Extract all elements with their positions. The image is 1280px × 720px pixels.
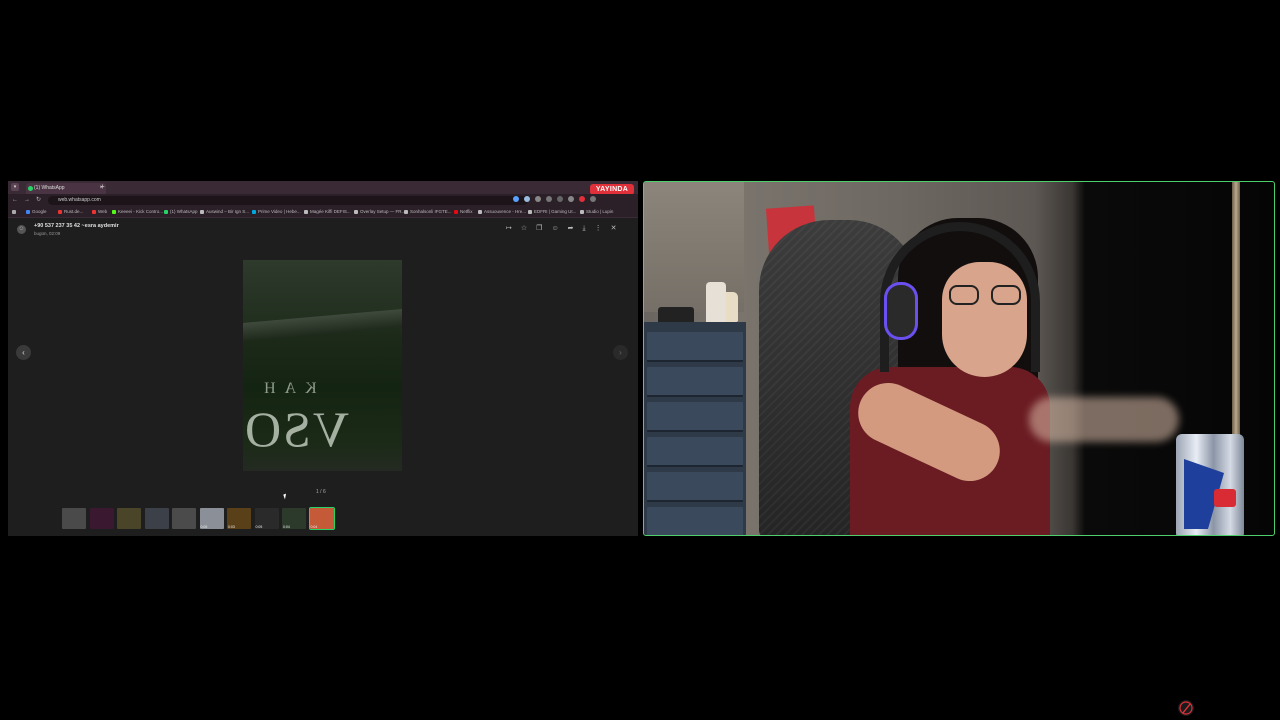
extension-icons xyxy=(513,196,596,202)
chevron-left-icon: ‹ xyxy=(22,348,25,357)
media-thumbnail[interactable]: 0:03 xyxy=(227,508,251,529)
bookmark-item[interactable]: Web xyxy=(92,207,107,217)
bookmark-item[interactable]: Keeeei - Kick Contro... xyxy=(112,207,163,217)
whatsapp-media-viewer: ☺ +90 537 237 35 42 ~esra aydemir bugün,… xyxy=(8,218,638,536)
thumbnail-duration: 0:04 xyxy=(283,525,290,529)
bookmark-item[interactable]: Auswind – Bir Ign S... xyxy=(200,207,249,217)
bookmark-item[interactable]: EDFRI | Gaming Ut... xyxy=(528,207,576,217)
channel-logo-icon xyxy=(1178,700,1194,716)
previous-media-button[interactable]: ‹ xyxy=(16,345,31,360)
screen-share-browser: ▾ (1) WhatsApp × + YAYINDA ← → ↻ web.wha… xyxy=(8,181,638,536)
media-counter: 1 / 6 xyxy=(316,489,326,495)
whatsapp-favicon-icon xyxy=(28,186,33,191)
new-tab-button[interactable]: + xyxy=(100,182,105,192)
bookmark-item[interactable]: Sonhalsonli IFGTE... xyxy=(404,207,452,217)
media-thumbnail[interactable]: 0:04 xyxy=(308,507,335,530)
extension-icon[interactable] xyxy=(557,196,563,202)
next-media-button[interactable]: › xyxy=(613,345,628,360)
star-icon[interactable]: ☆ xyxy=(521,225,527,233)
bookmark-item[interactable]: Google xyxy=(26,207,47,217)
extension-icon[interactable] xyxy=(524,196,530,202)
bookmark-item[interactable]: (1) WhatsApp xyxy=(164,207,198,217)
address-bar-row: ← → ↻ web.whatsapp.com xyxy=(8,194,638,207)
bookmark-item[interactable]: Magée Kiffi DEFIS... xyxy=(304,207,351,217)
thumbnail-duration: 0:05 xyxy=(255,525,263,529)
react-emoji-icon[interactable]: ☺ xyxy=(551,225,558,233)
sender-name: +90 537 237 35 42 ~esra aydemir xyxy=(34,223,119,229)
bookmark-item[interactable]: Netflix xyxy=(454,207,473,217)
bookmark-item[interactable]: Assuouvence - Hre... xyxy=(478,207,526,217)
bookmark-item[interactable]: Overlay Setup — FR... xyxy=(354,207,405,217)
tab-list-menu-icon[interactable]: ▾ xyxy=(11,183,19,191)
go-to-message-icon[interactable]: ↦ xyxy=(506,225,512,233)
media-thumbnail[interactable]: 0:05 xyxy=(254,508,279,529)
extension-icon[interactable] xyxy=(535,196,541,202)
back-arrow-icon[interactable]: ← xyxy=(12,196,18,205)
main-media-photo: KAH VSO xyxy=(243,260,402,471)
pin-icon[interactable]: ❐ xyxy=(536,225,542,233)
sender-avatar[interactable]: ☺ xyxy=(17,225,26,234)
media-thumbnail[interactable] xyxy=(144,508,169,529)
media-thumbnail[interactable] xyxy=(117,508,141,529)
tab-whatsapp[interactable]: (1) WhatsApp × xyxy=(26,183,106,194)
viewer-toolbar: ↦ ☆ ❐ ☺ ➦ ⤓ ⋮ ✕ xyxy=(506,225,616,233)
media-thumbnail[interactable] xyxy=(62,508,86,529)
bookmark-item[interactable]: Studio | Lupin xyxy=(580,207,613,217)
url-field[interactable]: web.whatsapp.com xyxy=(48,196,528,205)
mouse-cursor-icon xyxy=(283,493,288,500)
thumbnail-duration: 0:04 xyxy=(310,525,318,529)
media-thumbnail[interactable] xyxy=(89,508,114,529)
media-thumbnail[interactable]: 0:05 xyxy=(199,508,224,529)
extension-icon[interactable] xyxy=(568,196,574,202)
profile-avatar-icon[interactable] xyxy=(579,196,585,202)
stream-canvas: ▾ (1) WhatsApp × + YAYINDA ← → ↻ web.wha… xyxy=(0,0,1280,720)
reload-icon[interactable]: ↻ xyxy=(36,196,41,205)
photo-sign-large-text: VSO xyxy=(243,401,350,457)
message-time: bugün, 02:09 xyxy=(34,231,61,236)
bookmark-item[interactable]: Prime Video | Hebe... xyxy=(252,207,301,217)
drawer-unit xyxy=(644,322,746,535)
headset-earcup xyxy=(884,282,918,340)
forward-icon[interactable]: ➦ xyxy=(568,225,574,233)
media-thumbnail[interactable]: 0:04 xyxy=(282,508,306,529)
extension-icon[interactable] xyxy=(513,196,519,202)
photo-sign-small-text: KAH xyxy=(255,380,317,397)
browser-menu-icon[interactable] xyxy=(590,196,596,202)
extension-icon[interactable] xyxy=(546,196,552,202)
apps-grid-icon[interactable] xyxy=(12,207,18,217)
close-viewer-icon[interactable]: ✕ xyxy=(611,225,617,233)
energy-drink-can xyxy=(1176,434,1244,535)
tab-title: (1) WhatsApp xyxy=(34,185,65,191)
media-thumbnail[interactable] xyxy=(172,508,196,529)
bookmark-item[interactable]: Rust.de... xyxy=(58,207,83,217)
webcam-feed xyxy=(643,181,1275,536)
chevron-right-icon: › xyxy=(619,348,622,357)
forward-arrow-icon[interactable]: → xyxy=(24,196,30,205)
browser-tab-bar: ▾ (1) WhatsApp × + YAYINDA xyxy=(8,181,638,195)
thumbnail-duration: 0:03 xyxy=(228,525,235,529)
download-icon[interactable]: ⤓ xyxy=(582,225,585,233)
url-text: web.whatsapp.com xyxy=(58,197,101,203)
bookmarks-bar: Google Rust.de... Web Keeeei - Kick Cont… xyxy=(8,207,638,218)
thumbnail-duration: 0:05 xyxy=(200,525,208,529)
more-options-icon[interactable]: ⋮ xyxy=(595,225,602,233)
